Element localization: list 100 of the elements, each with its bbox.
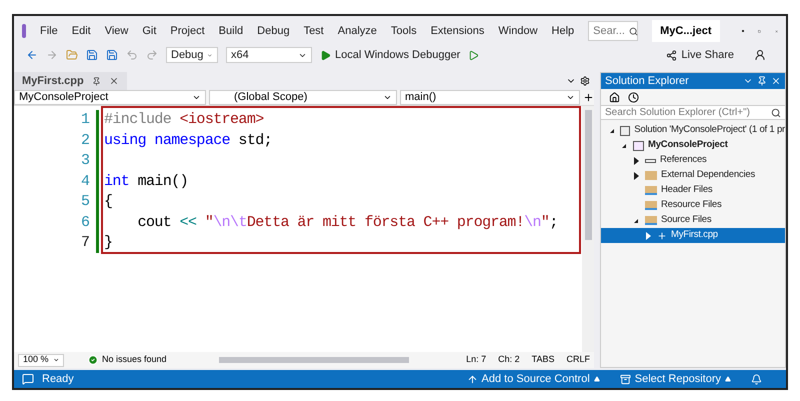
split-icon[interactable]: [583, 92, 594, 103]
save-all-icon[interactable]: [106, 49, 118, 61]
menu-item[interactable]: View: [104, 22, 128, 40]
panel-title: Solution Explorer: [605, 74, 689, 89]
code-line: int main(): [104, 172, 190, 192]
live-share-button[interactable]: Live Share: [666, 46, 734, 64]
share-icon: [666, 50, 678, 60]
menu-item[interactable]: Extensions: [430, 22, 484, 40]
history-icon[interactable]: [628, 92, 639, 102]
archive-icon: [620, 374, 631, 384]
references-icon: [645, 158, 656, 162]
solution-name: MyC...ject: [652, 20, 720, 42]
tree-label: External Dependencies: [661, 168, 756, 182]
tree-item[interactable]: MyFirst.cpp: [601, 228, 785, 243]
notification-icon[interactable]: [751, 374, 762, 384]
play-icon: [320, 50, 331, 60]
folder-icon: [645, 171, 657, 180]
code-line: cout << "\n\tDetta är mitt första C++ program!\n";: [136, 212, 559, 232]
tree-label: Source Files: [661, 213, 712, 228]
menu-item[interactable]: Edit: [72, 22, 91, 40]
caret-icon: [383, 93, 392, 102]
menu-item[interactable]: Help: [552, 22, 574, 40]
line-number: 4: [80, 172, 90, 192]
pin-icon: [92, 76, 101, 86]
menu-item[interactable]: Git: [142, 22, 156, 40]
back-icon[interactable]: [26, 49, 38, 61]
filter-folder-icon: [645, 201, 657, 210]
collapse-arrow-icon[interactable]: [610, 128, 614, 132]
tree-item[interactable]: MyConsoleProject: [601, 138, 785, 153]
app-logo-icon: [22, 24, 26, 38]
line-number: 3: [80, 151, 90, 171]
menu-item[interactable]: Tools: [390, 22, 417, 40]
run-icon[interactable]: [468, 50, 480, 60]
menu-item[interactable]: Build: [218, 22, 244, 40]
caret-icon: [192, 93, 201, 102]
repository-button[interactable]: Select Repository: [620, 370, 731, 388]
message-icon: [22, 373, 34, 385]
collapse-arrow-icon[interactable]: [622, 144, 626, 148]
save-icon[interactable]: [86, 49, 98, 61]
close-icon[interactable]: [771, 76, 781, 86]
code-line: }: [104, 233, 114, 253]
search-field[interactable]: Search Solution Explorer (Ctrl+"): [601, 105, 785, 120]
triangle-icon: [725, 376, 731, 382]
expand-arrow-icon[interactable]: [634, 156, 638, 164]
start-debugging-button[interactable]: Local Windows Debugger: [320, 46, 460, 64]
platform-dropdown[interactable]: x64: [226, 47, 312, 63]
settings-icon[interactable]: [580, 76, 590, 86]
tree-item[interactable]: Resource Files: [601, 198, 785, 213]
code-line: #include <iostream>: [104, 110, 265, 130]
source-control-button[interactable]: Add to Source Control: [466, 370, 600, 388]
indent-indicator: TABS: [532, 353, 554, 366]
line-ending-indicator: CRLF: [566, 353, 590, 366]
caret-icon: [52, 356, 59, 364]
caret-icon: [566, 93, 575, 102]
tree-item[interactable]: External Dependencies: [601, 168, 785, 183]
menu-item[interactable]: Analyze: [338, 22, 377, 40]
plus-icon: [657, 230, 667, 240]
minimize-icon[interactable]: [742, 30, 744, 32]
tree-label: References: [660, 153, 707, 168]
configuration-dropdown[interactable]: Debug: [166, 47, 218, 63]
search-field[interactable]: Sear...: [588, 21, 638, 41]
collapse-arrow-icon[interactable]: [634, 218, 638, 222]
tree-item[interactable]: Solution 'MyConsoleProject' (1 of 1 pr: [601, 123, 785, 138]
filter-folder-icon: [645, 216, 657, 225]
scope-dropdown[interactable]: (Global Scope): [209, 90, 397, 105]
issues-status[interactable]: No issues found: [88, 353, 167, 367]
home-icon[interactable]: [609, 92, 620, 102]
pin-icon[interactable]: [757, 76, 767, 86]
tree-label: MyConsoleProject: [648, 138, 728, 152]
menu-item[interactable]: Debug: [257, 22, 290, 40]
line-indicator: Ln: 7: [466, 353, 486, 366]
expand-arrow-icon[interactable]: [634, 172, 638, 180]
column-indicator: Ch: 2: [498, 353, 520, 366]
project-dropdown[interactable]: MyConsoleProject: [14, 90, 206, 105]
tree-label: MyFirst.cpp: [671, 228, 718, 242]
code-line: using namespace std;: [104, 130, 274, 150]
tree-label: Solution 'MyConsoleProject' (1 of 1 pr: [634, 123, 785, 138]
tree-label: Resource Files: [661, 198, 722, 212]
document-tab[interactable]: MyFirst.cpp: [14, 72, 127, 90]
tree-item[interactable]: Header Files: [601, 183, 785, 198]
menu-item[interactable]: Test: [304, 22, 324, 40]
scrollbar-thumb[interactable]: [584, 110, 592, 240]
project-icon: [633, 140, 644, 150]
line-number: 7: [80, 233, 90, 253]
line-number: 6: [80, 212, 90, 232]
zoom-dropdown[interactable]: 100 %: [18, 354, 64, 366]
close-icon: [108, 76, 119, 86]
menu-item[interactable]: File: [40, 22, 58, 40]
tree-item[interactable]: References: [601, 153, 785, 168]
horizontal-scrollbar[interactable]: [218, 357, 409, 363]
arrow-up-icon: [466, 374, 478, 384]
search-icon: [628, 26, 638, 36]
check-icon: [88, 355, 98, 365]
tree-item[interactable]: Source Files: [601, 213, 785, 228]
line-number: 5: [80, 192, 90, 212]
menu-item[interactable]: Project: [170, 22, 205, 40]
status-text: Ready: [42, 372, 74, 387]
feedback-icon[interactable]: [754, 49, 766, 61]
member-dropdown[interactable]: main(): [400, 90, 580, 105]
menu-item[interactable]: Window: [498, 22, 538, 40]
